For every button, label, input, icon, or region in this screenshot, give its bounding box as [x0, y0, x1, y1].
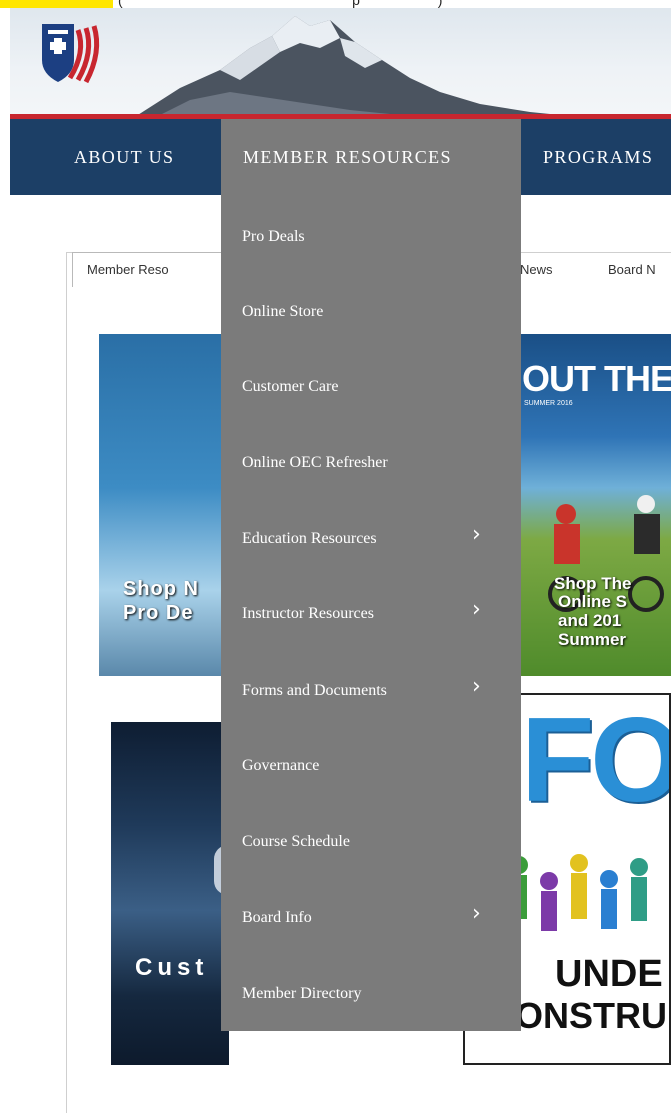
menu-item-pro-deals[interactable]: Pro Deals: [242, 228, 305, 246]
menu-item-governance[interactable]: Governance: [242, 757, 319, 775]
nav-about-us[interactable]: ABOUT US: [74, 147, 174, 168]
chevron-right-icon[interactable]: ›: [472, 901, 481, 926]
tile-online-store-line1: Shop The: [554, 574, 632, 593]
menu-item-instructor-resources[interactable]: Instructor Resources: [242, 605, 374, 623]
menu-item-course-schedule[interactable]: Course Schedule: [242, 833, 350, 851]
menu-item-customer-care[interactable]: Customer Care: [242, 378, 338, 396]
nav-programs[interactable]: PROGRAMS: [543, 147, 653, 168]
highlight-mark: [0, 0, 113, 8]
menu-item-board-info[interactable]: Board Info: [242, 909, 312, 927]
tile-forms-line2: ONSTRU: [515, 995, 667, 1036]
tile-forms-line1: UNDE: [555, 953, 663, 995]
nav-member-resources[interactable]: MEMBER RESOURCES: [243, 147, 452, 168]
tile-pro-deals-line2: Pro De: [123, 602, 194, 624]
tile-customer-care[interactable]: Cust: [111, 722, 229, 1065]
mountain-graphic: [130, 16, 610, 120]
tile-online-store-season: SUMMER 2016: [524, 400, 573, 407]
ski-patrol-logo[interactable]: [40, 22, 106, 84]
tab-member-resources-label[interactable]: Member Reso: [87, 262, 169, 277]
menu-item-forms-and-documents[interactable]: Forms and Documents: [242, 682, 387, 700]
chevron-right-icon[interactable]: ›: [472, 674, 481, 699]
tab-board[interactable]: Board N: [608, 262, 656, 277]
menu-item-online-oec-refresher[interactable]: Online OEC Refresher: [242, 454, 388, 472]
chevron-right-icon[interactable]: ›: [472, 522, 481, 547]
menu-item-education-resources[interactable]: Education Resources: [242, 530, 377, 548]
tile-pro-deals-line1: Shop N: [123, 578, 199, 600]
menu-item-online-store[interactable]: Online Store: [242, 303, 323, 321]
tile-customer-care-text: Cust: [135, 954, 209, 981]
tile-online-store-line4: Summer: [558, 630, 627, 649]
tile-online-store-line3: and 201: [558, 611, 622, 630]
tile-online-store[interactable]: OUT THERE SUMMER 2016 Shop The Online S …: [516, 334, 671, 676]
tile-forms-big-text: FOI: [521, 693, 671, 827]
chevron-right-icon[interactable]: ›: [472, 597, 481, 622]
top-strip-text: ( p ): [118, 0, 443, 8]
menu-item-member-directory[interactable]: Member Directory: [242, 985, 362, 1003]
tab-news[interactable]: News: [520, 262, 553, 277]
tile-online-store-headline: OUT THERE: [522, 358, 671, 399]
tile-pro-deals[interactable]: Shop N Pro De: [99, 334, 229, 676]
tile-online-store-line2: Online S: [558, 592, 627, 611]
header-banner: [10, 8, 671, 120]
